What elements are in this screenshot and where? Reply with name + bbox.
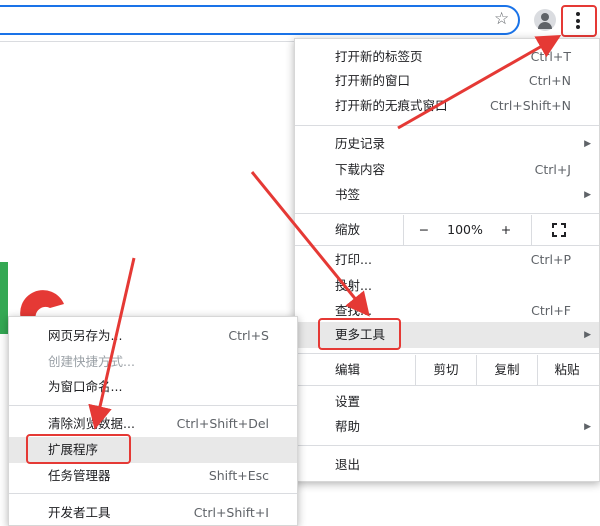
menu-item-label: 网页另存为... (48, 328, 123, 343)
more-tools-submenu: 网页另存为... Ctrl+S 创建快捷方式... 为窗口命名... 清除浏览数… (8, 316, 298, 526)
annotation-box-extensions (26, 434, 131, 464)
menu-item-label: 打开新的无痕式窗口 (335, 98, 448, 113)
chevron-right-icon: ▶ (584, 190, 591, 200)
menu-separator (295, 385, 599, 386)
chevron-right-icon: ▶ (584, 330, 591, 340)
menu-item-label: 历史记录 (335, 136, 386, 151)
zoom-in-button[interactable]: + (493, 215, 519, 245)
menu-item-print[interactable]: 打印... Ctrl+P (295, 248, 599, 272)
zoom-label: 缩放 (335, 222, 361, 237)
submenu-item-save-page[interactable]: 网页另存为... Ctrl+S (9, 324, 297, 348)
menu-item-exit[interactable]: 退出 (295, 453, 599, 477)
menu-item-downloads[interactable]: 下载内容 Ctrl+J (295, 158, 599, 182)
menu-item-label: 下载内容 (335, 162, 386, 177)
menu-item-shortcut: Ctrl+T (530, 49, 571, 64)
menu-item-label: 创建快捷方式... (48, 354, 135, 369)
menu-item-settings[interactable]: 设置 (295, 390, 599, 414)
menu-item-label: 帮助 (335, 419, 361, 434)
chrome-main-menu: 打开新的标签页 Ctrl+T 打开新的窗口 Ctrl+N 打开新的无痕式窗口 C… (294, 38, 600, 482)
address-bar[interactable] (0, 5, 520, 35)
fullscreen-icon[interactable] (552, 223, 566, 237)
menu-item-label: 打印... (335, 252, 372, 267)
menu-item-cast[interactable]: 投射... (295, 274, 599, 298)
menu-zoom-row: 缩放 − 100% + (295, 215, 599, 245)
menu-item-help[interactable]: 帮助 ▶ (295, 415, 599, 439)
annotation-box-more-tools (318, 318, 401, 350)
menu-item-shortcut: Ctrl+Shift+Del (176, 416, 269, 431)
menu-item-label: 设置 (335, 394, 361, 409)
zoom-level: 100% (447, 222, 483, 237)
menu-item-shortcut: Ctrl+F (531, 303, 571, 318)
menu-separator (295, 353, 599, 354)
kebab-menu-icon[interactable] (561, 5, 597, 37)
zoom-divider (531, 215, 532, 245)
menu-item-label: 开发者工具 (48, 505, 111, 520)
menu-item-shortcut: Ctrl+N (528, 73, 571, 88)
menu-item-new-window[interactable]: 打开新的窗口 Ctrl+N (295, 69, 599, 93)
page-green-bar (0, 262, 8, 334)
menu-item-shortcut: Ctrl+S (228, 328, 269, 343)
submenu-item-task-manager[interactable]: 任务管理器 Shift+Esc (9, 464, 297, 488)
menu-item-shortcut: Ctrl+J (534, 162, 571, 177)
menu-separator (295, 213, 599, 214)
zoom-divider (403, 215, 404, 245)
menu-separator (295, 245, 599, 246)
menu-item-label: 清除浏览数据... (48, 416, 135, 431)
menu-item-label: 任务管理器 (48, 468, 111, 483)
menu-separator (9, 493, 297, 494)
submenu-item-create-shortcut[interactable]: 创建快捷方式... (9, 350, 297, 374)
menu-item-bookmarks[interactable]: 书签 ▶ (295, 183, 599, 207)
submenu-item-clear-data[interactable]: 清除浏览数据... Ctrl+Shift+Del (9, 412, 297, 436)
chevron-right-icon: ▶ (584, 422, 591, 432)
menu-item-shortcut: Ctrl+Shift+I (193, 505, 269, 520)
menu-item-history[interactable]: 历史记录 ▶ (295, 132, 599, 156)
submenu-item-name-window[interactable]: 为窗口命名... (9, 375, 297, 399)
copy-button[interactable]: 复制 (477, 355, 537, 385)
menu-edit-row: 编辑 剪切 复制 粘贴 (295, 355, 599, 385)
chevron-right-icon: ▶ (584, 139, 591, 149)
zoom-out-button[interactable]: − (411, 215, 437, 245)
paste-button[interactable]: 粘贴 (538, 355, 596, 385)
menu-item-label: 为窗口命名... (48, 379, 123, 394)
submenu-item-dev-tools[interactable]: 开发者工具 Ctrl+Shift+I (9, 501, 297, 525)
menu-separator (295, 445, 599, 446)
profile-icon[interactable] (534, 9, 556, 31)
menu-separator (9, 405, 297, 406)
star-icon[interactable]: ☆ (494, 9, 509, 29)
menu-item-label: 书签 (335, 187, 361, 202)
browser-toolbar: ☆ (0, 0, 600, 42)
menu-item-new-incognito[interactable]: 打开新的无痕式窗口 Ctrl+Shift+N (295, 94, 599, 118)
menu-item-shortcut: Shift+Esc (208, 468, 269, 483)
menu-item-new-tab[interactable]: 打开新的标签页 Ctrl+T (295, 45, 599, 69)
cut-button[interactable]: 剪切 (416, 355, 476, 385)
menu-item-label: 打开新的窗口 (335, 73, 411, 88)
menu-item-label: 退出 (335, 457, 361, 472)
menu-item-label: 打开新的标签页 (335, 49, 423, 64)
menu-item-shortcut: Ctrl+P (530, 252, 571, 267)
menu-item-shortcut: Ctrl+Shift+N (490, 98, 571, 113)
menu-item-label: 投射... (335, 278, 372, 293)
edit-label: 编辑 (335, 362, 361, 377)
menu-separator (295, 125, 599, 126)
